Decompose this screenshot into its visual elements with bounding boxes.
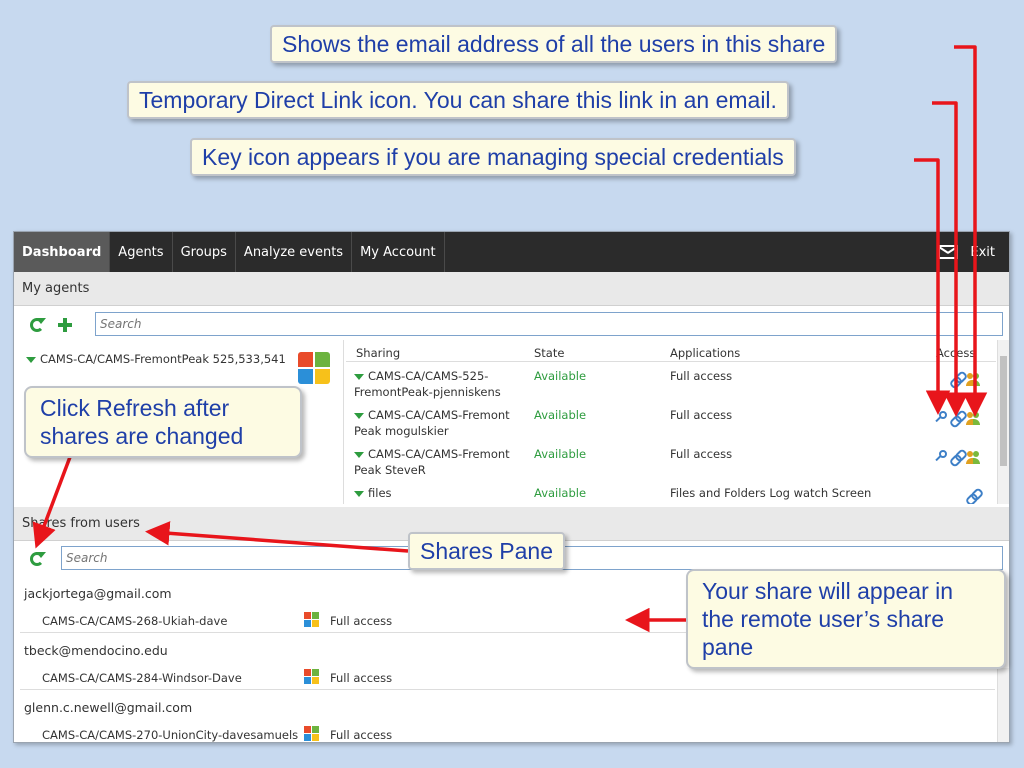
user-share-name[interactable]: CAMS-CA/CAMS-268-Ukiah-dave: [42, 614, 227, 628]
list-item[interactable]: glenn.c.newell@gmail.com CAMS-CA/CAMS-27…: [20, 690, 995, 742]
link-icon[interactable]: [966, 489, 980, 503]
refresh-icon[interactable]: [30, 552, 46, 566]
tab-my-account[interactable]: My Account: [352, 232, 445, 272]
column-state: State: [534, 346, 565, 360]
column-applications: Applications: [670, 346, 741, 360]
refresh-icon[interactable]: [30, 318, 46, 332]
callout-email: Shows the email address of all the users…: [270, 25, 838, 63]
column-sharing: Sharing: [356, 346, 401, 360]
agents-search-input[interactable]: [95, 312, 1003, 336]
user-email: tbeck@mendocino.edu: [24, 643, 168, 658]
my-agents-header: My agents: [14, 272, 1009, 306]
sharing-cell: CAMS-CA/CAMS-525-FremontPeak-pjenniskens: [354, 368, 524, 400]
windows-logo-icon: [304, 612, 320, 628]
link-icon[interactable]: [950, 411, 964, 425]
sharing-name: files: [368, 486, 392, 500]
user-share-name[interactable]: CAMS-CA/CAMS-270-UnionCity-davesamuels: [42, 728, 298, 742]
tab-dashboard[interactable]: Dashboard: [14, 232, 111, 272]
users-icon[interactable]: [966, 450, 980, 464]
link-icon[interactable]: [950, 450, 964, 464]
link-icon[interactable]: [950, 372, 964, 386]
expand-arrow-icon: [354, 412, 364, 419]
shares-scrollbar[interactable]: [997, 668, 1009, 742]
user-email: jackjortega@gmail.com: [24, 586, 172, 601]
applications-cell: Full access: [670, 447, 733, 461]
key-icon[interactable]: [934, 450, 948, 464]
windows-logo-icon: [304, 726, 320, 742]
agent-name-label: CAMS-CA/CAMS-FremontPeak 525,533,541: [40, 352, 286, 366]
tab-agents[interactable]: Agents: [110, 232, 173, 272]
user-email: glenn.c.newell@gmail.com: [24, 700, 193, 715]
expand-arrow-icon: [354, 451, 364, 458]
scroll-thumb[interactable]: [1000, 356, 1007, 466]
callout-key: Key icon appears if you are managing spe…: [190, 138, 796, 176]
state-cell: Available: [534, 408, 587, 422]
windows-logo-icon: [304, 669, 320, 685]
user-access[interactable]: Full access: [330, 671, 392, 685]
callout-refresh: Click Refresh after shares are changed: [24, 386, 302, 458]
callout-shares-pane: Shares Pane: [408, 532, 565, 570]
users-icon[interactable]: [966, 372, 980, 386]
sharing-table: Sharing State Applications Access CAMS-C…: [346, 340, 996, 504]
key-icon[interactable]: [934, 411, 948, 425]
applications-cell: Files and Folders Log watch Screen: [670, 486, 872, 500]
top-nav-bar: Dashboard Agents Groups Analyze events M…: [14, 232, 1009, 272]
tab-groups[interactable]: Groups: [173, 232, 236, 272]
nav-right-group: Exit: [938, 232, 1009, 272]
sharing-name: CAMS-CA/CAMS-Fremont Peak mogulskier: [354, 408, 510, 438]
state-cell: Available: [534, 369, 587, 383]
expand-arrow-icon: [354, 490, 364, 497]
agents-scrollbar[interactable]: [997, 340, 1009, 504]
sharing-cell: files: [354, 485, 524, 501]
sharing-name: CAMS-CA/CAMS-Fremont Peak SteveR: [354, 447, 510, 477]
table-row[interactable]: CAMS-CA/CAMS-525-FremontPeak-pjenniskens…: [346, 364, 996, 403]
table-row[interactable]: CAMS-CA/CAMS-Fremont Peak mogulskier Ava…: [346, 403, 996, 442]
table-row[interactable]: CAMS-CA/CAMS-Fremont Peak SteveR Availab…: [346, 442, 996, 481]
exit-link[interactable]: Exit: [970, 245, 995, 260]
access-cell: [966, 489, 980, 503]
user-access[interactable]: Full access: [330, 728, 392, 742]
expand-arrow-icon: [354, 373, 364, 380]
windows-logo-icon: [298, 352, 332, 386]
access-cell: [950, 372, 980, 386]
sharing-cell: CAMS-CA/CAMS-Fremont Peak mogulskier: [354, 407, 524, 439]
callout-link: Temporary Direct Link icon. You can shar…: [127, 81, 789, 119]
applications-cell: Full access: [670, 408, 733, 422]
tab-analyze-events[interactable]: Analyze events: [236, 232, 353, 272]
callout-remote: Your share will appear in the remote use…: [686, 569, 1006, 669]
access-cell: [934, 411, 980, 425]
access-cell: [934, 450, 980, 464]
state-cell: Available: [534, 447, 587, 461]
expand-arrow-icon: [26, 356, 36, 363]
state-cell: Available: [534, 486, 587, 500]
user-share-name[interactable]: CAMS-CA/CAMS-284-Windsor-Dave: [42, 671, 242, 685]
mail-icon[interactable]: [938, 245, 959, 259]
applications-cell: Full access: [670, 369, 733, 383]
agent-item[interactable]: CAMS-CA/CAMS-FremontPeak 525,533,541: [26, 352, 286, 366]
column-access: Access: [936, 346, 976, 360]
user-access[interactable]: Full access: [330, 614, 392, 628]
table-row[interactable]: files Available Files and Folders Log wa…: [346, 481, 996, 504]
table-header: Sharing State Applications Access: [346, 340, 996, 362]
sharing-name: CAMS-CA/CAMS-525-FremontPeak-pjenniskens: [354, 369, 501, 399]
sharing-cell: CAMS-CA/CAMS-Fremont Peak SteveR: [354, 446, 524, 478]
users-icon[interactable]: [966, 411, 980, 425]
add-icon[interactable]: [58, 318, 72, 332]
